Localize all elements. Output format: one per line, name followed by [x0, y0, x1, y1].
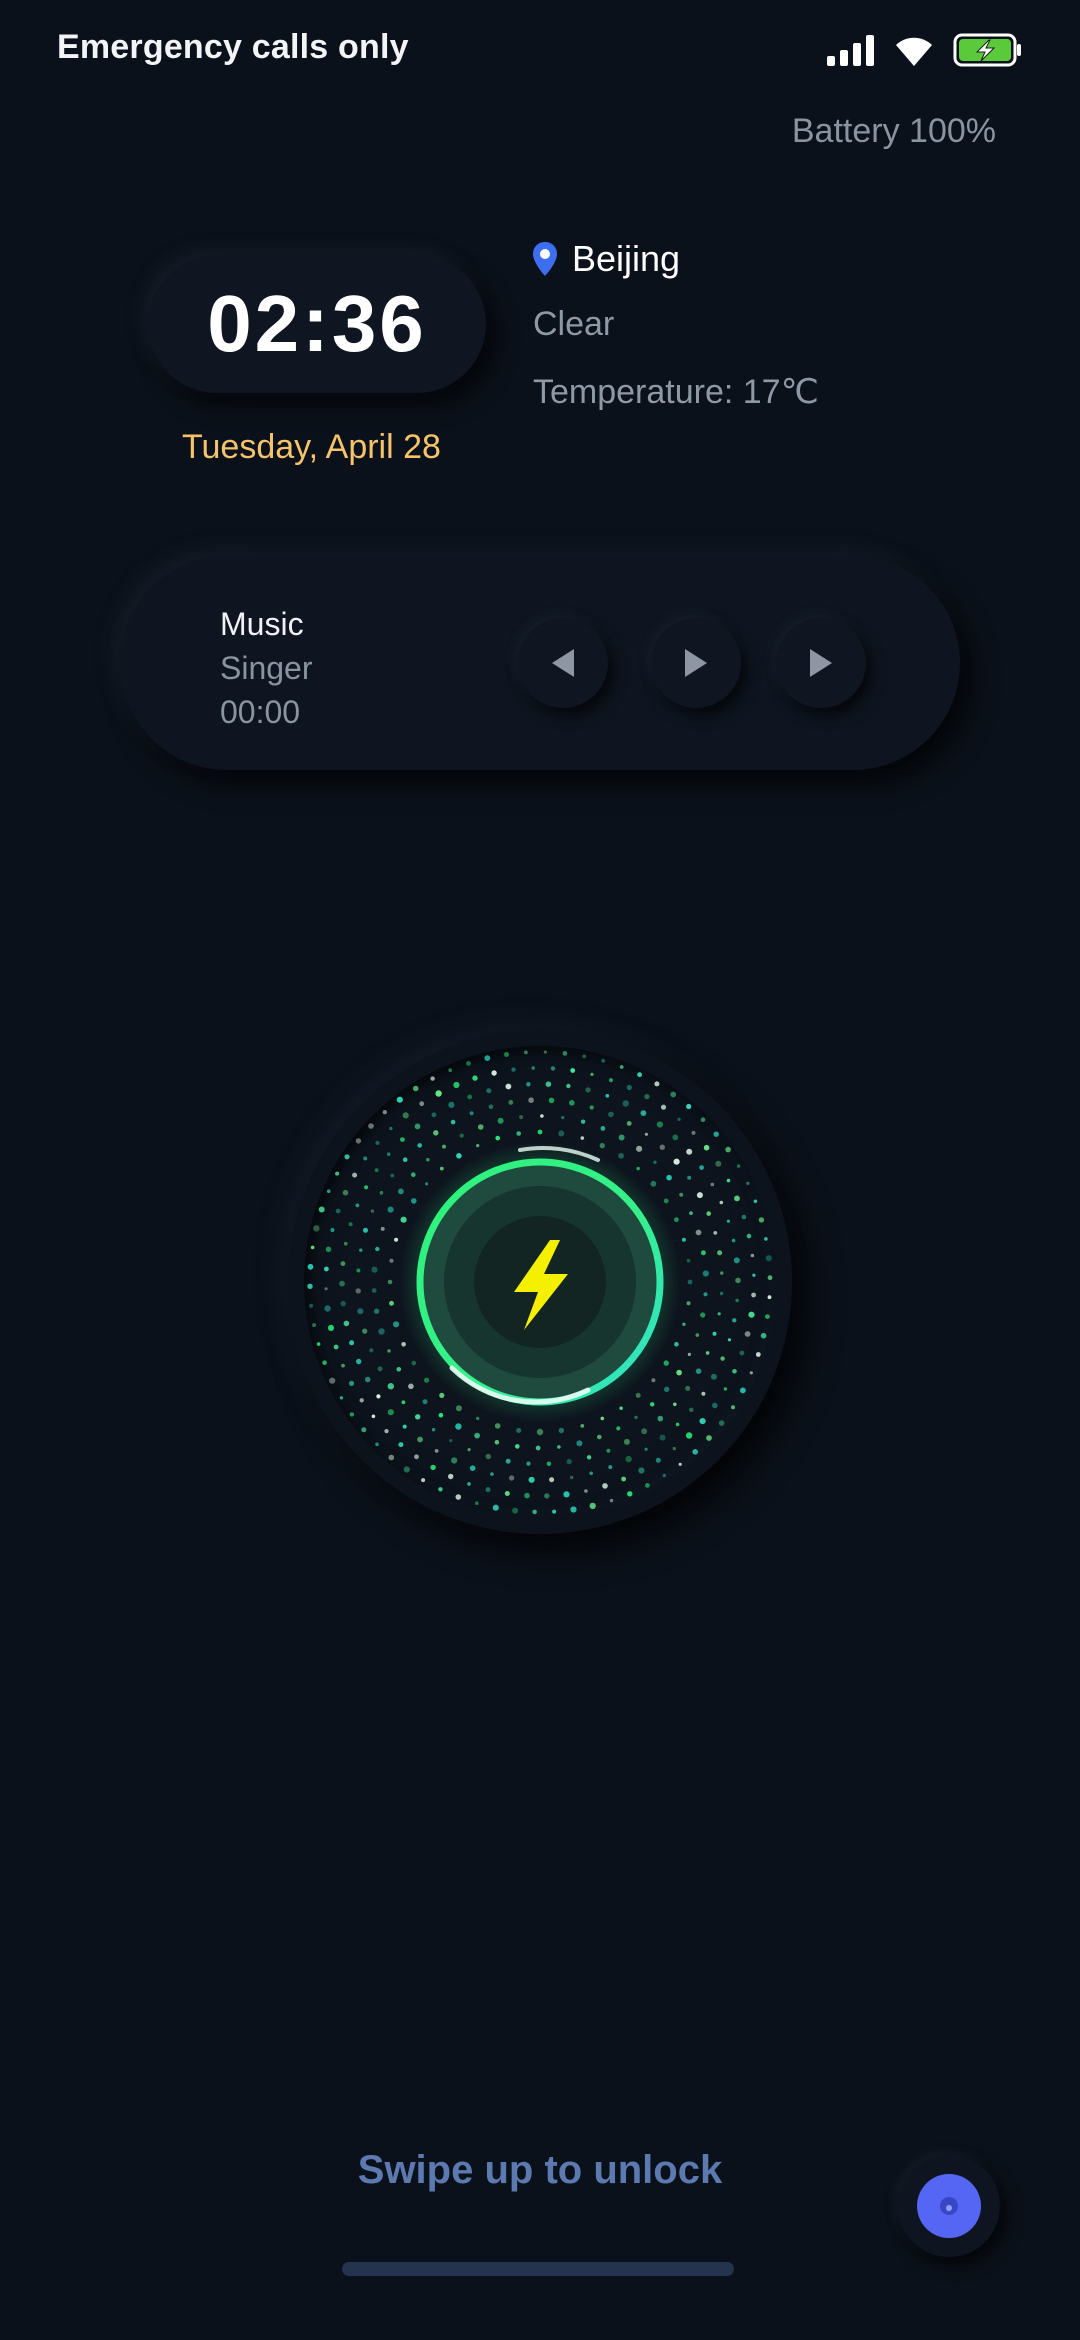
- play-icon: [685, 649, 707, 677]
- home-indicator-bar[interactable]: [342, 2262, 734, 2276]
- weather-location: Beijing: [532, 238, 680, 280]
- assistant-button[interactable]: [898, 2155, 1000, 2257]
- music-time: 00:00: [220, 694, 301, 730]
- signal-icon: [827, 35, 874, 66]
- music-title: Music: [220, 606, 304, 642]
- music-play-button[interactable]: [651, 618, 741, 708]
- charging-visual: [307, 1050, 773, 1515]
- music-previous-button[interactable]: [518, 618, 608, 708]
- status-icons: [827, 28, 1023, 72]
- music-singer: Singer: [220, 650, 313, 686]
- location-name: Beijing: [572, 238, 681, 279]
- music-next-button[interactable]: [776, 618, 866, 708]
- assistant-icon: [917, 2174, 981, 2238]
- clock-time: 02:36: [207, 279, 427, 368]
- previous-icon: [552, 649, 574, 677]
- date-label: Tuesday, April 28: [182, 428, 441, 466]
- battery-percentage-label: Battery 100%: [791, 112, 996, 150]
- wifi-icon: [896, 37, 932, 66]
- weather-condition: Clear: [533, 305, 615, 343]
- battery-charging-icon: [953, 33, 1021, 67]
- next-icon: [810, 649, 832, 677]
- location-pin-icon: [533, 242, 557, 276]
- clock-widget: 02:36: [148, 255, 486, 393]
- status-carrier-text: Emergency calls only: [57, 28, 409, 66]
- weather-temperature: Temperature: 17℃: [533, 373, 819, 411]
